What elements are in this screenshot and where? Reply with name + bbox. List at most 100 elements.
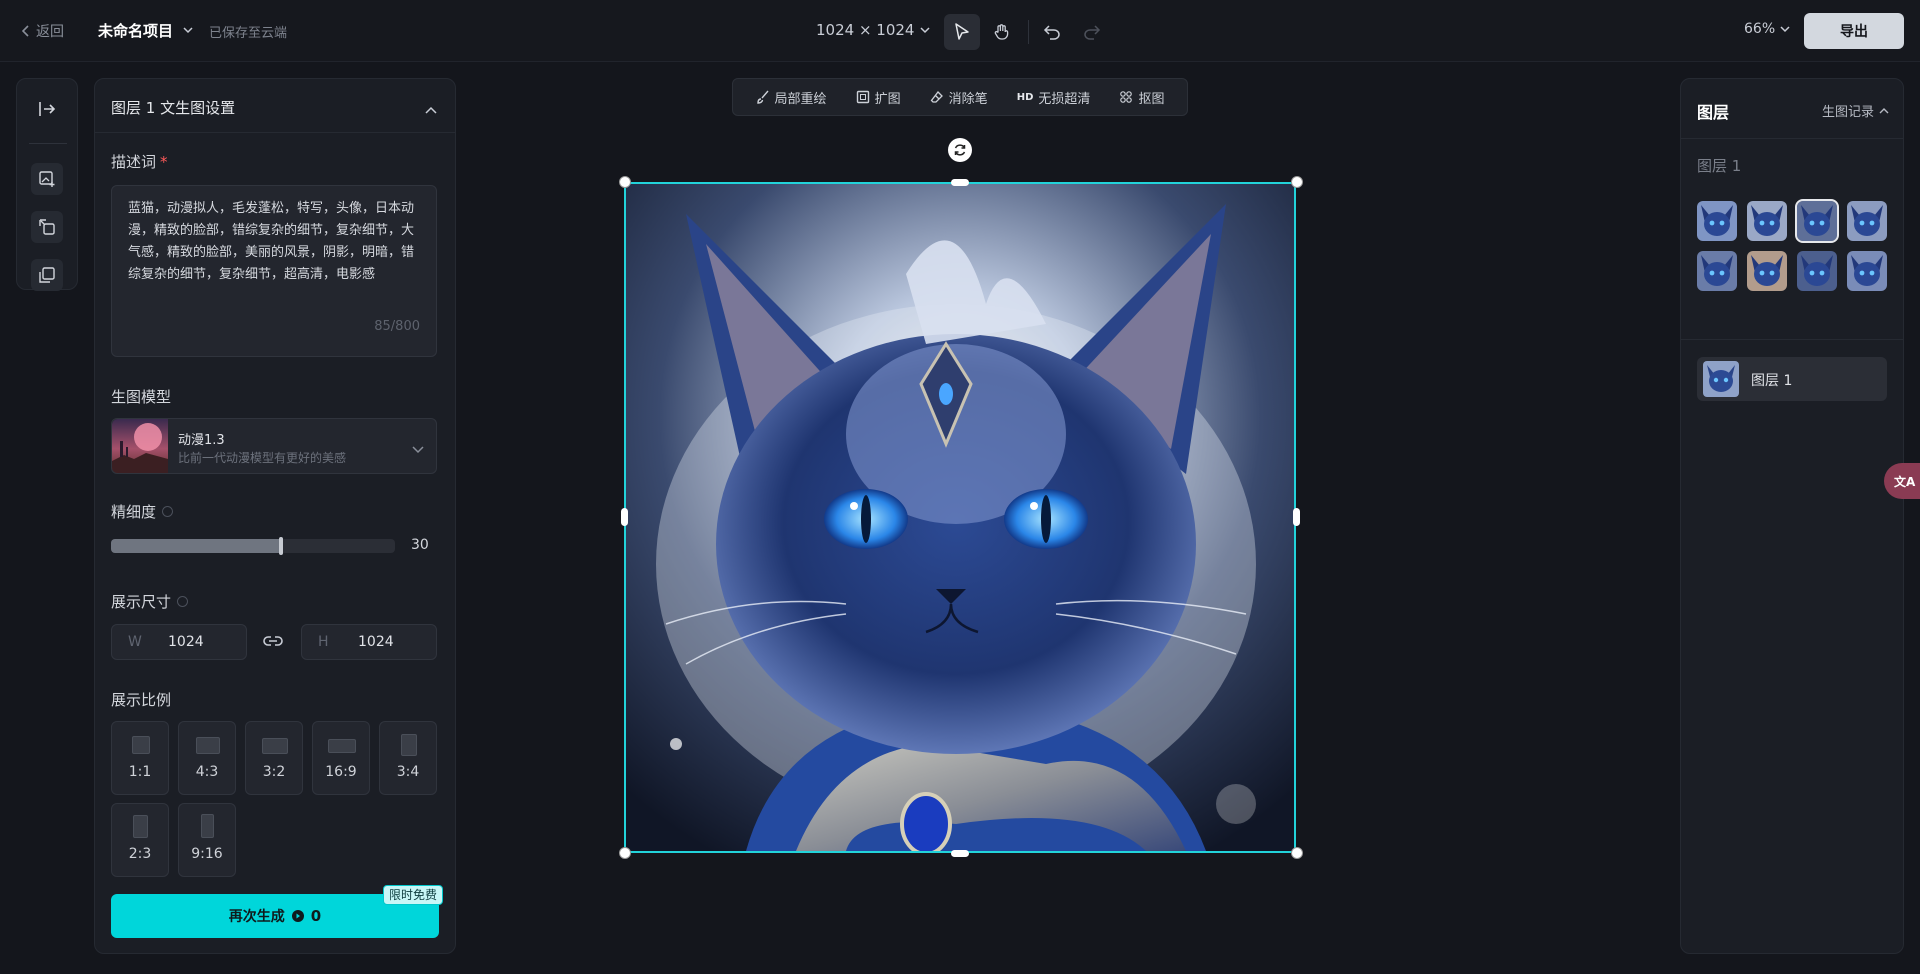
ratio-shape [201, 814, 214, 838]
translate-button[interactable]: 文A [1884, 463, 1920, 499]
canvas-size-value: 1024 × 1024 [816, 21, 915, 39]
ratio-label-text: 9:16 [191, 846, 223, 862]
chevron-up-icon [1879, 108, 1889, 114]
layers-tool[interactable] [31, 259, 63, 291]
stack-images-icon [39, 267, 55, 283]
history-thumbnail[interactable] [1797, 251, 1837, 291]
ratio-option-2-3[interactable]: 2:3 [111, 803, 169, 877]
ratio-label: 展示比例 [111, 691, 172, 709]
ratio-option-9-16[interactable]: 9:16 [178, 803, 236, 877]
resize-handle-left[interactable] [621, 508, 628, 526]
collapse-button[interactable] [425, 99, 437, 118]
ratio-option-3-4[interactable]: 3:4 [379, 721, 437, 795]
link-ratio-icon[interactable] [263, 633, 283, 652]
ratio-option-4-3[interactable]: 4:3 [178, 721, 236, 795]
back-button[interactable]: 返回 [22, 21, 64, 41]
resize-handle-top-right[interactable] [1291, 176, 1303, 188]
inpaint-button[interactable]: 局部重绘 [756, 88, 827, 107]
panel-divider [1681, 339, 1903, 340]
upscale-label: 无损超清 [1038, 91, 1091, 107]
eraser-button[interactable]: 消除笔 [930, 88, 988, 107]
slider-handle[interactable] [279, 537, 284, 555]
resize-handle-top-left[interactable] [619, 176, 631, 188]
ratio-option-1-1[interactable]: 1:1 [111, 721, 169, 795]
redo-button[interactable] [1074, 14, 1110, 50]
chevron-down-icon [1780, 25, 1790, 32]
width-input[interactable]: W 1024 [111, 624, 247, 660]
size-label-text: 展示尺寸 [111, 593, 172, 611]
canvas-image[interactable] [624, 182, 1296, 853]
history-thumbnail[interactable] [1847, 251, 1887, 291]
toolbar-divider [1028, 20, 1029, 44]
cutout-button[interactable]: 抠图 [1119, 88, 1164, 107]
settings-title: 图层 1 文生图设置 [111, 99, 236, 117]
export-button[interactable]: 导出 [1804, 13, 1904, 49]
width-prefix: W [128, 634, 142, 650]
zoom-value: 66% [1744, 21, 1776, 37]
resize-handle-bottom-right[interactable] [1291, 847, 1303, 859]
outpaint-button[interactable]: 扩图 [856, 88, 901, 107]
select-tool-button[interactable] [944, 14, 980, 50]
chevron-down-icon [412, 439, 424, 458]
chevron-down-icon [920, 26, 930, 33]
history-thumbnail[interactable] [1795, 199, 1839, 243]
slider-fill [111, 539, 282, 553]
layer-item[interactable]: 图层 1 [1697, 357, 1887, 401]
history-thumbnail[interactable] [1747, 201, 1787, 241]
history-thumbnail[interactable] [1697, 201, 1737, 241]
required-mark: * [160, 153, 168, 171]
history-toggle[interactable]: 生图记录 [1822, 101, 1889, 120]
ratio-shape [133, 815, 148, 838]
project-name-menu[interactable]: 未命名项目 [98, 20, 193, 41]
ratio-shape [196, 737, 220, 754]
image-to-image-tool[interactable] [31, 211, 63, 243]
resize-handle-bottom[interactable] [951, 850, 969, 857]
ratio-label-text: 3:4 [396, 764, 420, 780]
history-thumbnail[interactable] [1847, 201, 1887, 241]
chevron-down-icon [183, 27, 193, 34]
coin-icon [291, 910, 304, 922]
prompt-label: 描述词 * [111, 151, 168, 172]
width-value: 1024 [168, 634, 204, 650]
eraser-icon [930, 91, 943, 103]
model-select[interactable]: 动漫1.3 比前一代动漫模型有更好的美感 [111, 418, 437, 474]
prompt-label-text: 描述词 [111, 153, 157, 171]
toolbar-divider [29, 143, 67, 144]
ratio-option-16-9[interactable]: 16:9 [312, 721, 370, 795]
resize-handle-bottom-left[interactable] [619, 847, 631, 859]
height-value: 1024 [358, 634, 394, 650]
history-thumbnail[interactable] [1697, 251, 1737, 291]
undo-icon [1043, 25, 1060, 40]
left-toolbar [16, 78, 78, 291]
detail-slider[interactable] [111, 539, 395, 553]
prompt-textarea[interactable]: 蓝猫，动漫拟人，毛发蓬松，特写，头像，日本动漫，精致的脸部，错综复杂的细节，复杂… [111, 185, 437, 357]
canvas-size-select[interactable]: 1024 × 1024 [816, 21, 930, 39]
image-add-icon [39, 171, 55, 187]
info-icon[interactable] [177, 596, 189, 607]
cutout-icon [1120, 91, 1133, 103]
ratio-shape [328, 739, 356, 753]
ratio-option-3-2[interactable]: 3:2 [245, 721, 303, 795]
panel-expand-icon [39, 102, 56, 116]
expand-panel-button[interactable] [31, 93, 63, 125]
rotate-handle[interactable] [948, 138, 972, 162]
resize-handle-top[interactable] [951, 179, 969, 186]
upscale-button[interactable]: HD 无损超清 [1017, 88, 1091, 107]
zoom-select[interactable]: 66% [1744, 21, 1790, 37]
eraser-label: 消除笔 [948, 91, 988, 107]
detail-value: 30 [411, 537, 429, 553]
height-input[interactable]: H 1024 [301, 624, 437, 660]
resize-handle-right[interactable] [1293, 508, 1300, 526]
hand-icon [994, 24, 1009, 40]
rotate-icon [954, 144, 966, 156]
undo-button[interactable] [1034, 14, 1070, 50]
history-label: 生图记录 [1821, 105, 1874, 120]
info-icon[interactable] [162, 506, 174, 517]
text-to-image-tool[interactable] [31, 163, 63, 195]
detail-label-text: 精细度 [111, 503, 157, 521]
history-thumbnail[interactable] [1747, 251, 1787, 291]
layer-name: 图层 1 [1751, 373, 1793, 389]
pan-tool-button[interactable] [984, 14, 1020, 50]
ratio-shape [401, 734, 417, 756]
cat-artwork [626, 184, 1294, 851]
